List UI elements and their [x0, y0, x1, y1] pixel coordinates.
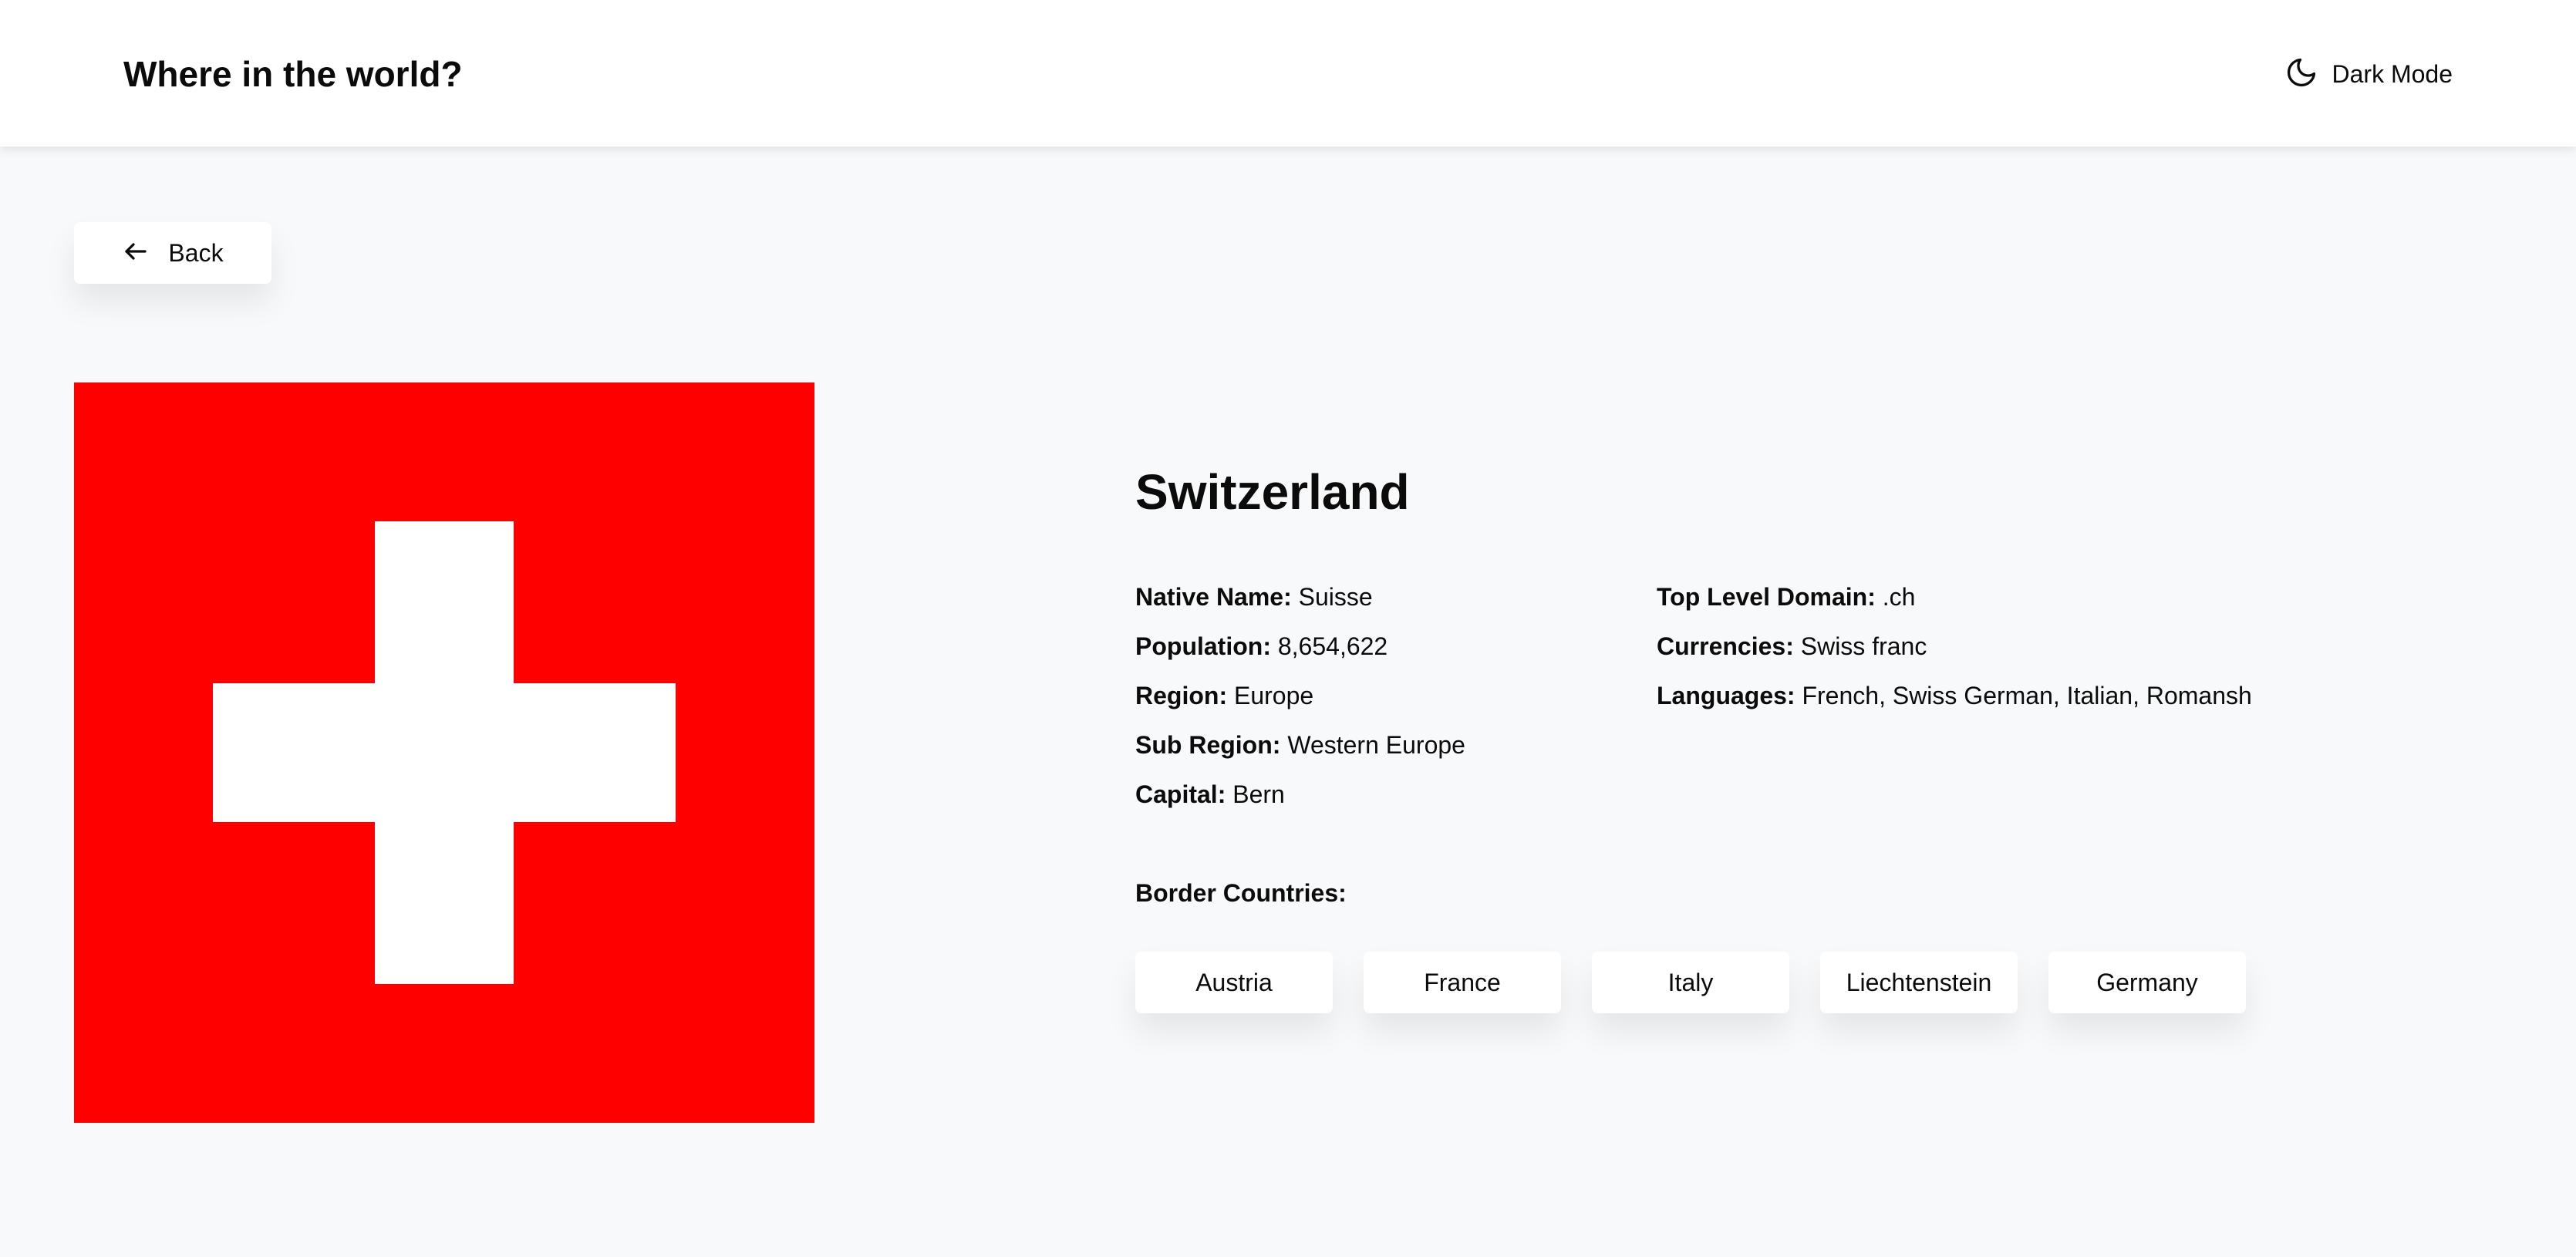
border-country-liechtenstein[interactable]: Liechtenstein	[1820, 952, 2018, 1013]
sub-region-row: Sub Region: Western Europe	[1135, 720, 1657, 770]
region-row: Region: Europe	[1135, 671, 1657, 720]
population-label: Population:	[1135, 632, 1271, 660]
sub-region-value: Western Europe	[1287, 731, 1465, 759]
details-columns: Native Name: Suisse Population: 8,654,62…	[1135, 572, 2369, 819]
population-value: 8,654,622	[1277, 632, 1388, 660]
region-label: Region:	[1135, 682, 1228, 709]
currencies-label: Currencies:	[1657, 632, 1794, 660]
top-level-domain-row: Top Level Domain: .ch	[1657, 572, 2351, 622]
country-details: Switzerland Native Name: Suisse Populati…	[1135, 457, 2369, 1013]
back-button[interactable]: Back	[74, 222, 271, 284]
languages-value: French, Swiss German, Italian, Romansh	[1802, 682, 2252, 709]
native-name-label: Native Name:	[1135, 583, 1292, 611]
native-name-row: Native Name: Suisse	[1135, 572, 1657, 622]
details-left-column: Native Name: Suisse Population: 8,654,62…	[1135, 572, 1657, 819]
top-level-domain-label: Top Level Domain:	[1657, 583, 1876, 611]
moon-icon	[2284, 56, 2318, 93]
app-header: Where in the world? Dark Mode	[0, 0, 2576, 147]
top-level-domain-value: .ch	[1882, 583, 1916, 611]
native-name-value: Suisse	[1298, 583, 1373, 611]
border-country-france[interactable]: France	[1364, 952, 1561, 1013]
border-countries-label: Border Countries:	[1135, 879, 1347, 907]
region-value: Europe	[1233, 682, 1314, 709]
country-name: Switzerland	[1135, 464, 1410, 520]
capital-row: Capital: Bern	[1135, 770, 1657, 819]
sub-region-label: Sub Region:	[1135, 731, 1281, 759]
flag-switzerland-icon	[74, 382, 814, 1123]
border-country-austria[interactable]: Austria	[1135, 952, 1333, 1013]
country-flag	[74, 382, 814, 1123]
currencies-row: Currencies: Swiss franc	[1657, 622, 2351, 671]
capital-label: Capital:	[1135, 780, 1226, 808]
arrow-left-icon	[122, 238, 150, 269]
dark-mode-label: Dark Mode	[2332, 60, 2453, 88]
back-button-label: Back	[168, 239, 224, 267]
dark-mode-toggle[interactable]: Dark Mode	[2284, 54, 2453, 94]
languages-label: Languages:	[1657, 682, 1795, 709]
app-title: Where in the world?	[123, 54, 463, 94]
currencies-value: Swiss franc	[1800, 632, 1927, 660]
capital-value: Bern	[1232, 780, 1285, 808]
border-country-germany[interactable]: Germany	[2048, 952, 2246, 1013]
details-right-column: Top Level Domain: .ch Currencies: Swiss …	[1657, 572, 2351, 819]
border-countries-list: Austria France Italy Liechtenstein Germa…	[1135, 952, 2369, 1013]
population-row: Population: 8,654,622	[1135, 622, 1657, 671]
border-country-italy[interactable]: Italy	[1592, 952, 1789, 1013]
languages-row: Languages: French, Swiss German, Italian…	[1657, 671, 2351, 720]
